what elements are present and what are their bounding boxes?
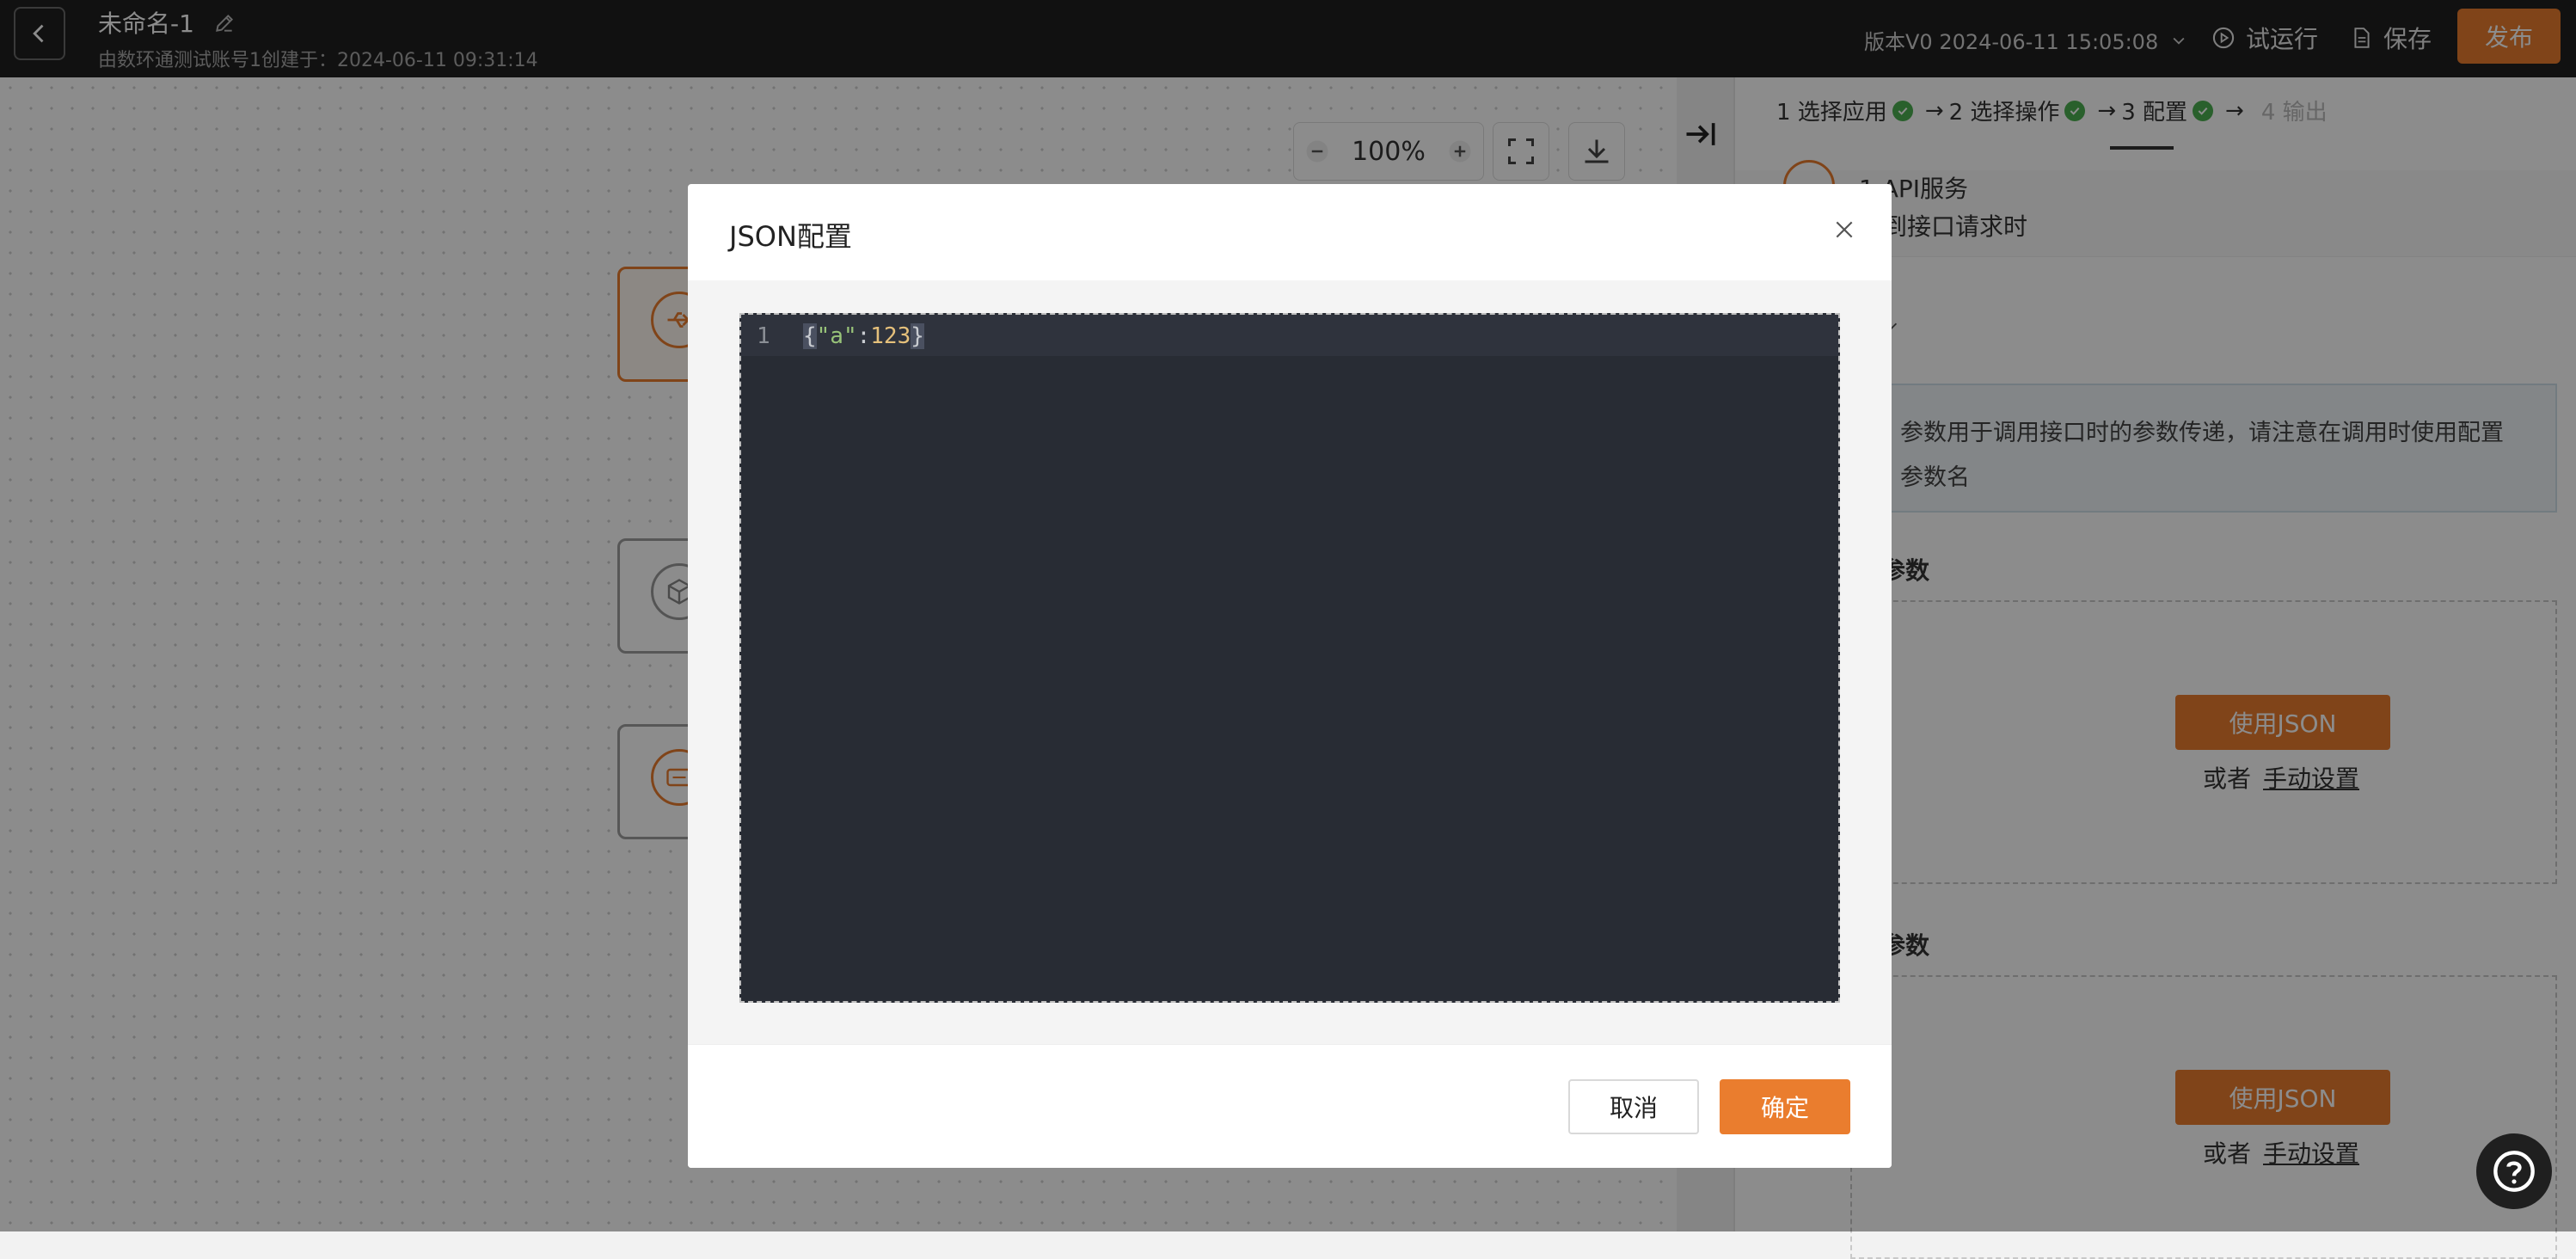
confirm-button[interactable]: 确定 <box>1720 1079 1850 1134</box>
question-icon <box>2493 1151 2535 1192</box>
code-colon: : <box>856 323 871 349</box>
dialog-footer: 取消 确定 <box>688 1044 1892 1168</box>
line-number: 1 <box>757 323 770 349</box>
dialog-title: JSON配置 <box>729 220 852 253</box>
cancel-button[interactable]: 取消 <box>1568 1079 1699 1134</box>
close-icon[interactable] <box>1833 218 1855 244</box>
code-key: "a" <box>816 323 857 349</box>
help-button[interactable] <box>2476 1133 2552 1209</box>
code-value: 123 <box>870 323 911 349</box>
code-brace-close: } <box>911 323 924 349</box>
dialog-body: 1 {"a":123} <box>688 280 1892 1044</box>
code-brace-open: { <box>803 323 817 349</box>
json-code-editor[interactable]: 1 {"a":123} <box>739 313 1840 1003</box>
json-config-dialog: JSON配置 1 {"a":123} 取消 确定 <box>688 184 1892 1168</box>
code-line[interactable]: {"a":123} <box>803 323 924 349</box>
dialog-header: JSON配置 <box>688 184 1892 281</box>
